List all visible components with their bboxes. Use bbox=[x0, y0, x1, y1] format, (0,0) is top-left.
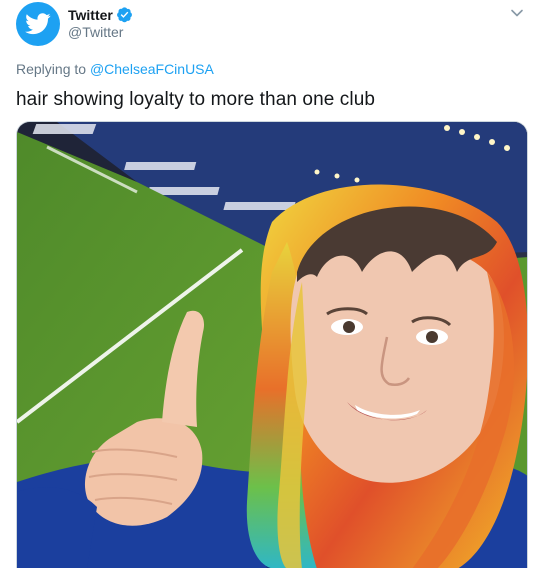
replying-to: Replying to @ChelseaFCinUSA bbox=[16, 61, 214, 77]
chevron-down-icon[interactable] bbox=[510, 6, 524, 20]
tweet-photo[interactable] bbox=[16, 121, 528, 568]
tweet-card: Twitter @Twitter Replying to @ChelseaFCi… bbox=[0, 0, 538, 568]
reply-mention-link[interactable]: @ChelseaFCinUSA bbox=[90, 61, 214, 77]
selfie-photo bbox=[17, 122, 527, 568]
tweet-text: hair showing loyalty to more than one cl… bbox=[16, 89, 376, 110]
replying-to-label: Replying to bbox=[16, 61, 87, 77]
verified-badge-icon bbox=[116, 7, 132, 23]
twitter-bird-icon bbox=[25, 13, 51, 35]
author-avatar[interactable] bbox=[16, 2, 60, 46]
author-handle[interactable]: @Twitter bbox=[68, 24, 123, 40]
author-name-row[interactable]: Twitter bbox=[68, 6, 133, 23]
author-display-name[interactable]: Twitter bbox=[68, 7, 113, 23]
